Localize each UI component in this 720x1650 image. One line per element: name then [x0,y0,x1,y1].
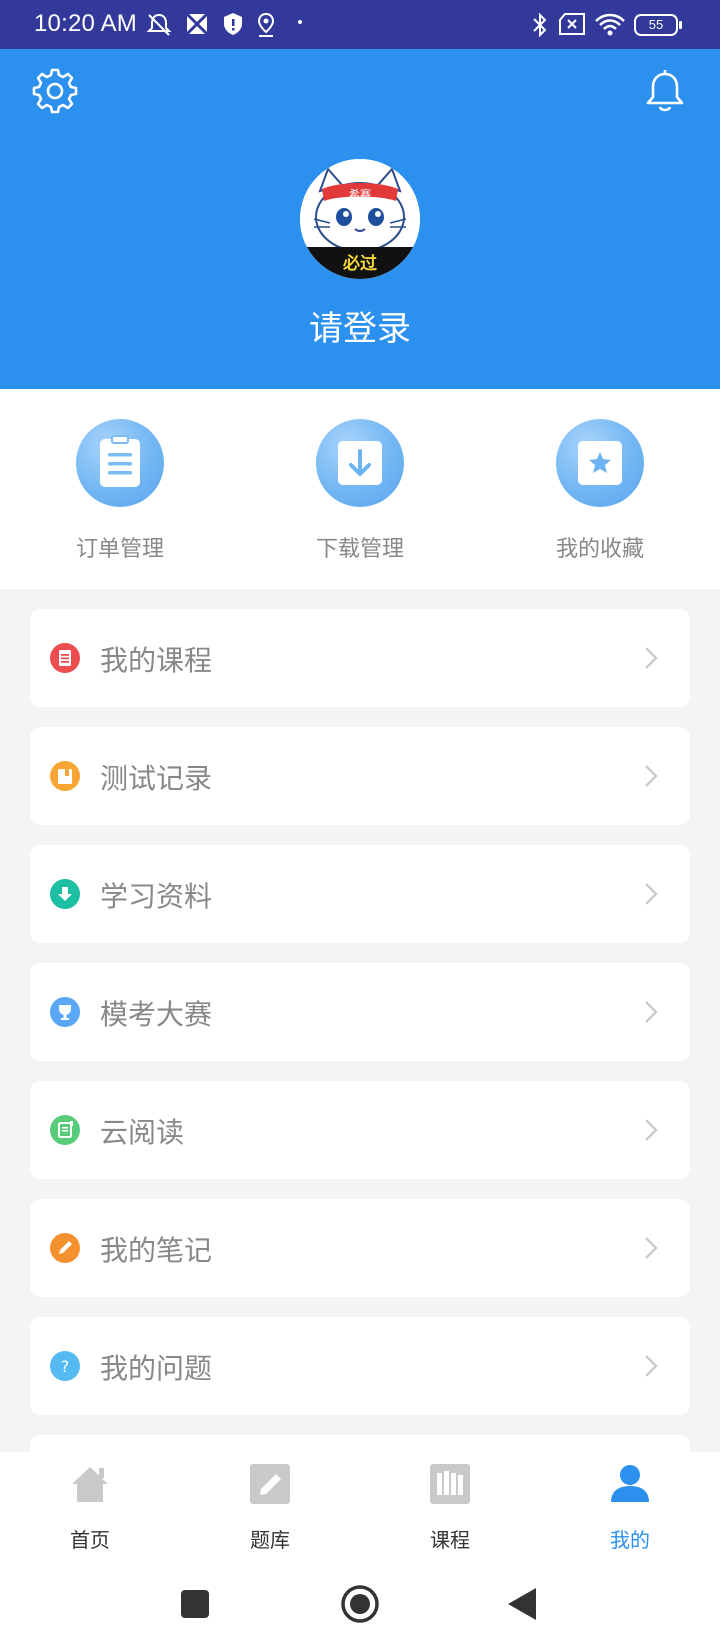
menu-item-label: 云阅读 [100,1116,185,1149]
menu-item-my-questions[interactable]: ? 我的问题 [30,1317,690,1415]
chevron-right-icon [645,1237,658,1259]
bell-off-icon [146,13,172,36]
bottom-nav: 首页 题库 课程 我的 [0,1452,720,1566]
menu-item-label: 我的问题 [100,1352,213,1385]
edit-icon [250,1464,290,1504]
system-nav-bar [0,1566,720,1650]
nav-label: 题库 [250,1528,290,1552]
pencil-icon [50,1233,80,1263]
location-icon [257,12,275,37]
menu-item-label: 我的笔记 [100,1234,213,1267]
menu-item-label: 我的课程 [100,644,213,677]
chevron-right-icon [645,883,658,905]
nav-label: 课程 [430,1528,470,1552]
trophy-icon [50,997,80,1027]
chevron-right-icon [645,765,658,787]
status-time: 10:20 AM [34,10,138,37]
chevron-right-icon [645,1001,658,1023]
books-icon [430,1464,470,1504]
avatar-badge-bottom: 必过 [342,253,377,274]
nav-question-bank[interactable]: 题库 [180,1462,360,1553]
chevron-right-icon [645,1119,658,1141]
quick-action-orders[interactable]: 订单管理 [20,419,220,563]
svg-text:?: ? [61,1357,70,1376]
cat-mascot-icon: 希赛 必过 [300,159,420,279]
quick-action-label: 订单管理 [75,537,164,562]
home-button-icon[interactable] [340,1584,380,1624]
question-icon: ? [50,1351,80,1381]
course-icon [50,643,80,673]
quick-action-label: 下载管理 [315,537,404,562]
nav-label: 我的 [610,1528,650,1552]
nav-mine[interactable]: 我的 [540,1462,720,1553]
menu-item-my-notes[interactable]: 我的笔记 [30,1199,690,1297]
home-icon [72,1467,108,1502]
gear-icon[interactable] [32,68,78,114]
chevron-right-icon [645,647,658,669]
menu-item-label: 模考大赛 [100,998,213,1031]
menu-item-my-courses[interactable]: 我的课程 [30,609,690,707]
dot-icon [298,20,302,24]
login-prompt[interactable]: 请登录 [0,301,720,350]
nav-label: 首页 [70,1528,110,1552]
avatar-badge-top: 希赛 [349,187,371,201]
menu-item-cloud-reading[interactable]: 云阅读 [30,1081,690,1179]
menu-item-label: 测试记录 [100,762,213,795]
battery-icon: 55 [634,14,682,36]
material-download-icon [50,879,80,909]
chevron-right-icon [645,1355,658,1377]
profile-header: 希赛 必过 请登录 [0,49,720,389]
quick-actions: 订单管理 下载管理 我的收藏 [0,389,720,589]
reading-icon [50,1115,80,1145]
user-icon [611,1465,649,1502]
bluetooth-icon [533,12,547,38]
star-icon [556,419,644,507]
menu-item-study-materials[interactable]: 学习资料 [30,845,690,943]
download-icon [316,419,404,507]
quick-action-favorites[interactable]: 我的收藏 [500,419,700,563]
nav-home[interactable]: 首页 [0,1462,180,1553]
bell-icon[interactable] [642,68,688,114]
shield-icon [224,13,242,35]
battery-level: 55 [648,17,664,32]
photos-icon [185,12,209,36]
nav-courses[interactable]: 课程 [360,1462,540,1553]
avatar[interactable]: 希赛 必过 [300,159,420,279]
status-bar: 10:20 AM 55 [0,0,720,49]
profile-page: 10:20 AM 55 希赛 必过 请登录 订单管理 下载管理 我的收藏 我的课… [0,0,720,1650]
recents-icon[interactable] [180,1589,210,1619]
quick-action-label: 我的收藏 [555,537,644,562]
sim-x-icon [559,13,585,35]
test-record-icon [50,761,80,791]
menu-item-mock-contest[interactable]: 模考大赛 [30,963,690,1061]
wifi-icon [595,13,625,36]
menu-item-label: 学习资料 [100,880,213,913]
menu-item-test-records[interactable]: 测试记录 [30,727,690,825]
quick-action-downloads[interactable]: 下载管理 [260,419,460,563]
back-icon[interactable] [506,1586,538,1622]
clipboard-icon [76,419,164,507]
